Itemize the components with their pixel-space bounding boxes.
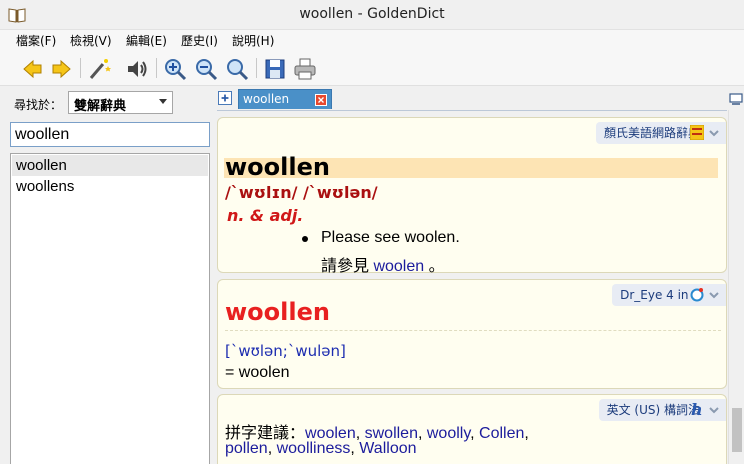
zoom-in-icon[interactable] — [162, 56, 188, 82]
dictionary-header[interactable]: Dr_Eye 4 in 1 — [612, 284, 726, 306]
zoom-reset-icon[interactable] — [224, 56, 250, 82]
speaker-icon[interactable] — [124, 56, 150, 82]
tab-woollen[interactable]: woollen — [238, 89, 332, 109]
suggestion-link[interactable]: Collen — [479, 425, 524, 442]
chevron-down-icon[interactable] — [708, 405, 720, 415]
suggestion-link[interactable]: woolly — [427, 425, 470, 442]
definition-chinese-prefix: 請參見 — [321, 258, 374, 275]
window-title: woollen - GoldenDict — [299, 6, 445, 22]
article-card-yan: 顏氏美語網路辭典 woollen /ˋwʊlɪn/ /ˋwʊlən/ n. & … — [217, 117, 727, 276]
dictionary-header[interactable]: 英文 (US) 構詞法 h — [598, 399, 726, 421]
definition-chinese-suffix: 。 — [424, 258, 445, 275]
article-card-dreye: Dr_Eye 4 in 1 woollen [ˋwʊlən;ˋwulən] = … — [217, 279, 727, 389]
suggestion-link[interactable]: Walloon — [359, 440, 416, 457]
article-view[interactable]: 顏氏美語網路辭典 woollen /ˋwʊlɪn/ /ˋwʊlən/ n. & … — [217, 110, 727, 464]
equivalent-word: = woolen — [225, 364, 290, 381]
headword: woollen — [225, 153, 330, 181]
dictionary-header[interactable]: 顏氏美語網路辭典 — [595, 122, 726, 144]
definition-english: Please see woolen. — [321, 229, 460, 246]
pronunciation: /ˋwʊlɪn/ /ˋwʊlən/ — [225, 183, 378, 202]
dictionary-logo-icon — [690, 288, 704, 302]
bullet-icon — [302, 236, 308, 242]
dictionary-group-select[interactable]: 雙解辭典 — [68, 91, 173, 114]
part-of-speech: n. & adj. — [227, 206, 304, 225]
chevron-down-icon — [159, 99, 167, 104]
toolbar-separator — [256, 58, 257, 78]
dictionary-name: Dr_Eye 4 in 1 — [620, 288, 700, 302]
back-arrow-icon[interactable] — [20, 56, 46, 82]
title-bar: woollen - GoldenDict — [0, 0, 744, 30]
link-woolen[interactable]: woolen — [373, 258, 424, 275]
magic-wand-icon[interactable] — [86, 56, 112, 82]
new-tab-icon[interactable] — [218, 91, 232, 105]
search-pane: 尋找於： 雙解辭典 woollen woollens — [0, 86, 214, 464]
scrollbar-thumb[interactable] — [732, 408, 742, 452]
definition-chinese: 請參見 woolen 。 — [321, 252, 445, 276]
dictionary-name: 英文 (US) 構詞法 — [606, 403, 700, 417]
article-card-morphology: 英文 (US) 構詞法 h 拼字建議：woolen, swollen, wool… — [217, 394, 727, 464]
menu-file[interactable]: 檔案(F) — [16, 32, 56, 49]
headword: woollen — [225, 298, 330, 326]
toolbar-separator — [156, 58, 157, 78]
menu-help[interactable]: 說明(H) — [232, 32, 274, 49]
dictionary-name: 顏氏美語網路辭典 — [603, 126, 700, 140]
word-list-item[interactable]: woollen — [12, 155, 208, 176]
tab-label: woollen — [243, 92, 290, 106]
chevron-down-icon[interactable] — [708, 128, 720, 138]
menu-edit[interactable]: 編輯(E) — [126, 32, 167, 49]
svg-text:h: h — [691, 402, 703, 417]
menu-bar: 檔案(F) 檢視(V) 編輯(E) 歷史(I) 說明(H) — [0, 30, 744, 50]
divider — [225, 330, 721, 331]
toolbar-separator — [80, 58, 81, 78]
close-icon[interactable] — [315, 94, 327, 106]
pronunciation: [ˋwʊlən;ˋwulən] — [225, 342, 346, 360]
save-icon[interactable] — [262, 56, 288, 82]
search-input[interactable] — [11, 123, 209, 146]
word-list[interactable]: woollen woollens — [10, 153, 210, 464]
dictionary-logo-icon — [690, 125, 704, 140]
suggestions-line-2: pollen, woolliness, Walloon — [225, 440, 417, 457]
word-list-item[interactable]: woollens — [12, 176, 208, 197]
zoom-out-icon[interactable] — [193, 56, 219, 82]
search-box[interactable] — [10, 122, 210, 147]
print-icon[interactable] — [292, 56, 318, 82]
toolbar — [0, 50, 744, 86]
menu-view[interactable]: 檢視(V) — [70, 32, 112, 49]
vertical-scrollbar[interactable] — [728, 110, 744, 464]
look-in-label: 尋找於： — [14, 98, 63, 112]
hunspell-h-icon: h — [691, 402, 703, 417]
dictionary-group-value: 雙解辭典 — [74, 99, 127, 114]
suggestion-link[interactable]: pollen — [225, 440, 268, 457]
tab-list-icon[interactable] — [728, 92, 744, 106]
suggestion-link[interactable]: woolliness — [277, 440, 351, 457]
forward-arrow-icon[interactable] — [48, 56, 74, 82]
chevron-down-icon[interactable] — [708, 290, 720, 300]
menu-history[interactable]: 歷史(I) — [181, 32, 218, 49]
tab-bar: woollen — [216, 86, 744, 110]
